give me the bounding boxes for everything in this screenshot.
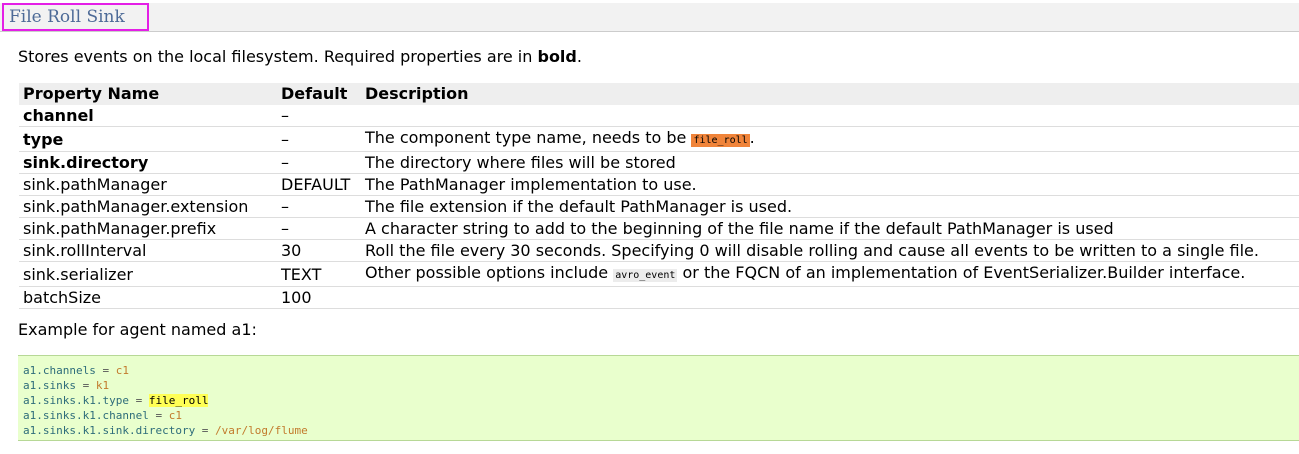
table-header-row: Property Name Default Description bbox=[19, 83, 1299, 105]
code-line: a1.sinks.k1.type = file_roll bbox=[23, 393, 1299, 408]
code-key: a1.sinks.k1.type bbox=[23, 394, 129, 407]
property-default: – bbox=[277, 195, 361, 218]
intro-bold: bold bbox=[537, 47, 577, 66]
inline-code: file_roll bbox=[691, 134, 750, 147]
section-heading-bar: File Roll Sink bbox=[0, 3, 1299, 32]
code-line: a1.sinks.k1.channel = c1 bbox=[23, 408, 1299, 423]
page-title[interactable]: File Roll Sink bbox=[2, 3, 149, 31]
code-value: k1 bbox=[95, 379, 110, 392]
table-row: type – The component type name, needs to… bbox=[19, 126, 1299, 152]
property-description: Roll the file every 30 seconds. Specifyi… bbox=[361, 239, 1299, 262]
property-default: – bbox=[277, 126, 361, 152]
property-name: sink.rollInterval bbox=[19, 239, 277, 262]
code-operator: = bbox=[75, 379, 96, 392]
property-name: sink.pathManager.extension bbox=[19, 195, 277, 218]
intro-text: Stores events on the local filesystem. R… bbox=[18, 47, 538, 66]
code-key: a1.sinks bbox=[23, 379, 76, 392]
table-row: sink.pathManager.extension – The file ex… bbox=[19, 195, 1299, 218]
property-description: The PathManager implementation to use. bbox=[361, 173, 1299, 196]
property-name: sink.pathManager bbox=[19, 173, 277, 196]
description-text: . bbox=[749, 128, 755, 147]
property-name: batchSize bbox=[19, 286, 277, 309]
code-operator: = bbox=[148, 409, 169, 422]
properties-table: Property Name Default Description channe… bbox=[19, 83, 1299, 309]
property-description bbox=[361, 105, 1299, 127]
property-default: 100 bbox=[277, 286, 361, 309]
header-default: Default bbox=[277, 83, 361, 105]
code-line: a1.sinks.k1.sink.directory = /var/log/fl… bbox=[23, 423, 1299, 438]
code-line: a1.sinks = k1 bbox=[23, 378, 1299, 393]
code-key: a1.channels bbox=[23, 364, 96, 377]
property-default: DEFAULT bbox=[277, 173, 361, 196]
property-name: sink.directory bbox=[19, 151, 277, 174]
property-name: type bbox=[19, 126, 277, 152]
code-operator: = bbox=[95, 364, 116, 377]
code-value: c1 bbox=[168, 409, 182, 422]
property-default: – bbox=[277, 151, 361, 174]
table-row: sink.pathManager DEFAULT The PathManager… bbox=[19, 173, 1299, 196]
code-operator: = bbox=[128, 394, 149, 407]
code-value-highlighted: file_roll bbox=[148, 394, 209, 407]
table-row: sink.pathManager.prefix – A character st… bbox=[19, 217, 1299, 240]
inline-code: avro_event bbox=[613, 269, 678, 282]
description-text: The component type name, needs to be bbox=[365, 128, 692, 147]
table-row: sink.rollInterval 30 Roll the file every… bbox=[19, 239, 1299, 262]
code-value: c1 bbox=[115, 364, 129, 377]
property-name: sink.serializer bbox=[19, 261, 277, 287]
property-default: – bbox=[277, 217, 361, 240]
header-description: Description bbox=[361, 83, 1299, 105]
intro-paragraph: Stores events on the local filesystem. R… bbox=[18, 46, 582, 68]
description-text: or the FQCN of an implementation of Even… bbox=[677, 263, 1246, 282]
intro-end: . bbox=[576, 47, 582, 66]
property-default: – bbox=[277, 105, 361, 127]
code-key: a1.sinks.k1.channel bbox=[23, 409, 149, 422]
header-property-name: Property Name bbox=[19, 83, 277, 105]
code-key: a1.sinks.k1.sink.directory bbox=[23, 424, 196, 437]
property-default: 30 bbox=[277, 239, 361, 262]
property-description: The file extension if the default PathMa… bbox=[361, 195, 1299, 218]
code-example-block[interactable]: a1.channels = c1 a1.sinks = k1 a1.sinks.… bbox=[18, 355, 1299, 441]
property-default: TEXT bbox=[277, 261, 361, 287]
property-description: Other possible options include avro_even… bbox=[361, 261, 1299, 287]
property-description: The directory where files will be stored bbox=[361, 151, 1299, 174]
property-description: A character string to add to the beginni… bbox=[361, 217, 1299, 240]
example-label: Example for agent named a1: bbox=[18, 320, 257, 339]
code-operator: = bbox=[195, 424, 216, 437]
property-name: channel bbox=[19, 105, 277, 127]
table-row: sink.directory – The directory where fil… bbox=[19, 151, 1299, 174]
property-description: The component type name, needs to be fil… bbox=[361, 126, 1299, 152]
table-row: sink.serializer TEXT Other possible opti… bbox=[19, 261, 1299, 287]
description-text: Other possible options include bbox=[365, 263, 614, 282]
code-line: a1.channels = c1 bbox=[23, 363, 1299, 378]
property-description bbox=[361, 286, 1299, 309]
code-value: /var/log/flume bbox=[215, 424, 308, 437]
property-name: sink.pathManager.prefix bbox=[19, 217, 277, 240]
table-row: channel – bbox=[19, 105, 1299, 127]
table-row: batchSize 100 bbox=[19, 286, 1299, 309]
